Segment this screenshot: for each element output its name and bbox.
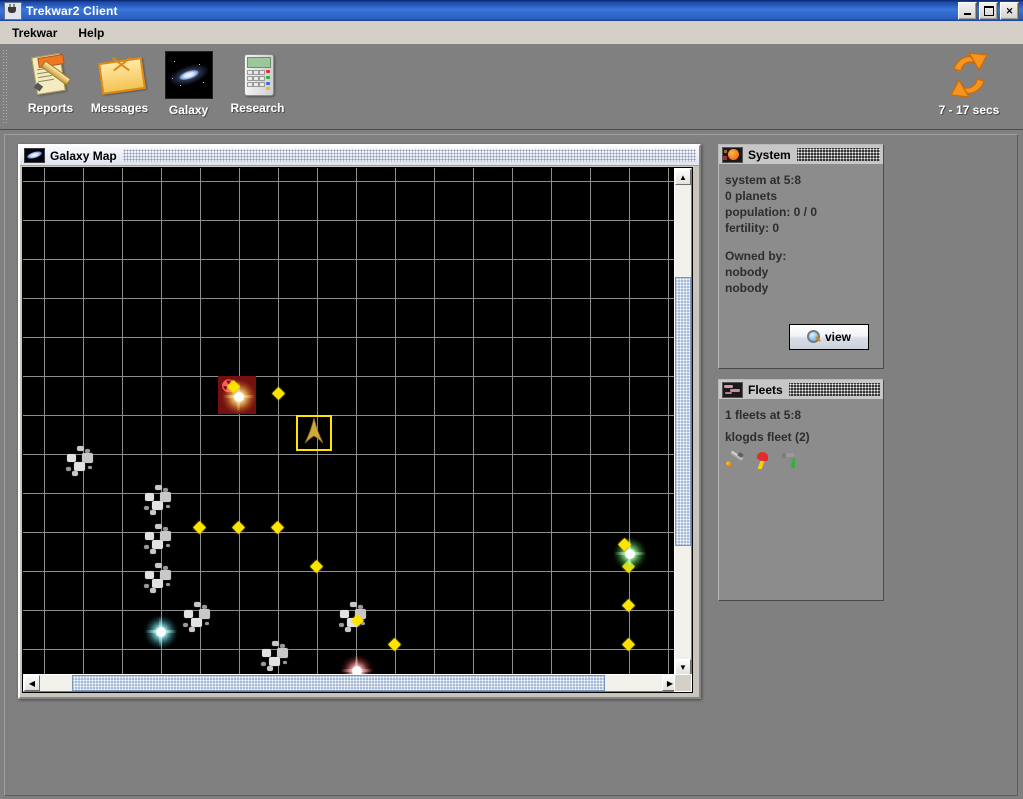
galaxy-spiral-icon xyxy=(24,148,45,163)
system-owner-2: nobody xyxy=(725,281,769,295)
map-asteroid-field[interactable] xyxy=(141,483,181,523)
map-asteroid-field[interactable] xyxy=(180,600,220,640)
menu-bar: Trekwar Help xyxy=(0,21,1023,45)
horizontal-scroll-thumb[interactable] xyxy=(72,675,605,691)
view-button-label: view xyxy=(824,330,851,344)
view-system-button[interactable]: view xyxy=(789,324,869,350)
system-panel: System system at 5:8 0 planets populatio… xyxy=(718,144,884,369)
calculator-icon xyxy=(235,51,281,97)
galaxy-spiral-icon xyxy=(164,51,213,99)
menu-item-help[interactable]: Help xyxy=(69,23,113,43)
toolbar-button-research[interactable]: Research xyxy=(223,45,292,117)
toolbar-button-messages[interactable]: Messages xyxy=(85,45,154,117)
java-coffee-cup-icon xyxy=(4,1,22,20)
sun-star-icon xyxy=(722,146,743,163)
title-bar: Trekwar2 Client ✕ xyxy=(0,0,1023,21)
fleet-action-bar xyxy=(725,450,883,469)
maximize-button[interactable] xyxy=(979,2,998,20)
galaxy-map-canvas[interactable]: ☢  xyxy=(22,167,678,677)
red-attack-icon[interactable] xyxy=(753,452,772,469)
scroll-left-button[interactable]: ◀ xyxy=(24,675,40,691)
refresh-arrows-icon xyxy=(942,49,996,101)
fleet-name[interactable]: klogds fleet (2) xyxy=(725,429,883,445)
system-coordinate: system at 5:8 xyxy=(725,173,802,187)
toolbar-label-reports: Reports xyxy=(27,101,74,115)
system-population: population: 0 / 0 xyxy=(725,205,817,219)
system-panel-title: System xyxy=(748,147,791,162)
menu-item-trekwar[interactable]: Trekwar xyxy=(3,23,66,43)
map-asteroid-field[interactable] xyxy=(63,444,103,484)
galaxy-map-title: Galaxy Map xyxy=(50,148,117,163)
toolbar-button-galaxy[interactable]: Galaxy xyxy=(154,45,223,117)
turn-timer-label: 7 - 17 secs xyxy=(938,103,1000,117)
envelope-icon xyxy=(97,51,146,97)
scrollbar-corner xyxy=(674,674,692,692)
application-window: Trekwar2 Client ✕ Trekwar Help Reports M… xyxy=(0,0,1023,799)
map-asteroid-field[interactable] xyxy=(258,639,298,676)
minimize-button[interactable] xyxy=(958,2,977,20)
magnifier-icon xyxy=(806,330,821,344)
scroll-down-button[interactable]: ▼ xyxy=(675,659,691,675)
fleets-panel-body: 1 fleets at 5:8 klogds fleet (2) xyxy=(719,399,883,600)
system-panel-body: system at 5:8 0 planets population: 0 / … xyxy=(719,164,883,368)
toolbar: Reports Messages Galaxy Research 7 - 17 … xyxy=(0,45,1023,130)
toolbar-drag-handle[interactable] xyxy=(2,49,8,125)
map-horizontal-scrollbar[interactable]: ◀ ▶ xyxy=(23,674,679,692)
rocket-move-icon[interactable] xyxy=(725,450,744,469)
toolbar-label-messages: Messages xyxy=(90,101,149,115)
window-title: Trekwar2 Client xyxy=(26,3,118,18)
galaxy-map-window: Galaxy Map ☢  xyxy=(18,144,701,699)
vertical-scroll-thumb[interactable] xyxy=(675,277,691,546)
system-panel-titlebar: System xyxy=(719,145,883,165)
toolbar-label-galaxy: Galaxy xyxy=(168,103,209,117)
map-vertical-scrollbar[interactable]: ▲ ▼ xyxy=(674,168,692,676)
system-fertility: fertility: 0 xyxy=(725,221,780,235)
fleets-summary: 1 fleets at 5:8 xyxy=(725,408,802,422)
titlebar-texture xyxy=(796,148,880,161)
system-owner-label: Owned by: xyxy=(725,249,787,263)
map-asteroid-field[interactable] xyxy=(141,522,181,562)
fleets-panel: Fleets 1 fleets at 5:8 klogds fleet (2) xyxy=(718,379,884,601)
starfleet-delta-glyph xyxy=(304,417,324,444)
window-controls: ✕ xyxy=(958,2,1019,20)
system-owner-1: nobody xyxy=(725,265,769,279)
reports-document-icon xyxy=(28,51,74,97)
fleets-panel-titlebar: Fleets xyxy=(719,380,883,400)
galaxy-map-viewport-container: ☢  xyxy=(22,167,693,693)
close-button[interactable]: ✕ xyxy=(1000,2,1019,20)
toolbar-button-reports[interactable]: Reports xyxy=(16,45,85,117)
turn-timer-button[interactable]: 7 - 17 secs xyxy=(923,45,1015,117)
fleets-panel-title: Fleets xyxy=(748,382,783,397)
hammer-build-icon[interactable] xyxy=(781,452,800,469)
titlebar-texture xyxy=(122,149,696,162)
fleet-ships-icon xyxy=(722,381,743,398)
map-asteroid-field[interactable] xyxy=(141,561,181,601)
system-planet-count: 0 planets xyxy=(725,189,778,203)
toolbar-label-research: Research xyxy=(230,101,285,115)
scroll-up-button[interactable]: ▲ xyxy=(675,169,691,185)
titlebar-texture xyxy=(788,383,880,396)
galaxy-map-titlebar[interactable]: Galaxy Map xyxy=(20,146,699,166)
